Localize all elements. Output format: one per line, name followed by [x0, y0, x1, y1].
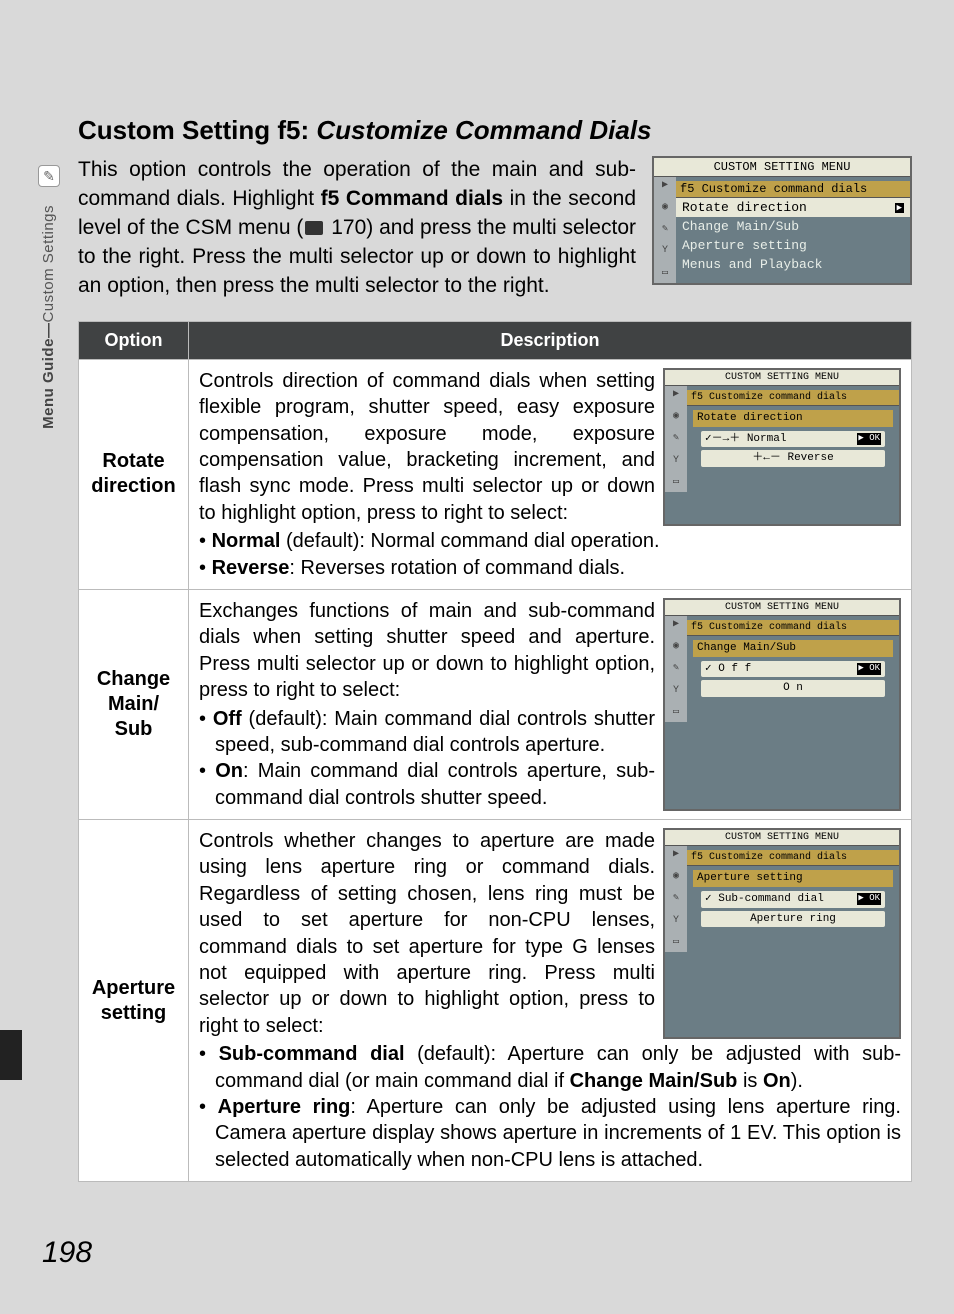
ok-icon: ▶ OK [857, 893, 881, 905]
option-desc-change: Exchanges functions of main and sub-comm… [189, 589, 912, 819]
camera-icon: ◉ [658, 201, 672, 215]
play-icon: ▶ [658, 179, 672, 193]
lcd-row: Menus and Playback [676, 255, 910, 274]
lcd-row: Aperture setting [676, 236, 910, 255]
ok-icon: ▶ OK [857, 433, 881, 445]
lcd-rotate-screenshot: CUSTOM SETTING MENU ▶ ◉ ✎ Y ▭ [663, 368, 901, 526]
chevron-right-icon: ▶ [895, 203, 904, 213]
table-header-description: Description [189, 321, 912, 359]
lcd-subtitle: f5 Customize command dials [676, 181, 910, 198]
intro-paragraph: This option controls the operation of th… [78, 156, 636, 301]
lcd-aperture-screenshot: CUSTOM SETTING MENU ▶ ◉ ✎ Y ▭ [663, 828, 901, 1039]
guide-icon: ✎ [38, 165, 60, 187]
card-icon: ▭ [669, 476, 683, 490]
option-label-aperture: Aperture setting [79, 820, 189, 1182]
card-icon: ▭ [669, 936, 683, 950]
table-header-option: Option [79, 321, 189, 359]
wrench-icon: Y [669, 684, 683, 698]
ok-icon: ▶ OK [857, 663, 881, 675]
lcd-main-screenshot: CUSTOM SETTING MENU ▶ ◉ ✎ Y ▭ f5 Customi… [652, 156, 912, 285]
pencil-icon: ✎ [669, 432, 683, 446]
option-desc-rotate: Controls direction of command dials when… [189, 359, 912, 589]
option-desc-aperture: Controls whether changes to aperture are… [189, 820, 912, 1182]
lcd-row-highlighted: Rotate direction▶ [676, 198, 910, 217]
pencil-icon: ✎ [669, 662, 683, 676]
wrench-icon: Y [669, 454, 683, 468]
play-icon: ▶ [669, 618, 683, 632]
camera-icon: ◉ [669, 410, 683, 424]
card-icon: ▭ [669, 706, 683, 720]
pencil-icon: ✎ [658, 223, 672, 237]
lcd-change-screenshot: CUSTOM SETTING MENU ▶ ◉ ✎ Y ▭ [663, 598, 901, 811]
page-title: Custom Setting f5: Customize Command Dia… [78, 115, 912, 146]
camera-icon: ◉ [669, 870, 683, 884]
page-ref-icon [305, 221, 323, 235]
options-table: Option Description Rotate direction Cont… [78, 321, 912, 1182]
card-icon: ▭ [658, 267, 672, 281]
lcd-title: CUSTOM SETTING MENU [654, 158, 910, 177]
option-label-change: Change Main/ Sub [79, 589, 189, 819]
sidebar-label: Menu Guide—Custom Settings [40, 205, 57, 429]
page-number: 198 [42, 1236, 92, 1270]
lcd-row: Change Main/Sub [676, 217, 910, 236]
pencil-icon: ✎ [669, 892, 683, 906]
play-icon: ▶ [669, 848, 683, 862]
wrench-icon: Y [658, 245, 672, 259]
camera-icon: ◉ [669, 640, 683, 654]
play-icon: ▶ [669, 388, 683, 402]
wrench-icon: Y [669, 914, 683, 928]
option-label-rotate: Rotate direction [79, 359, 189, 589]
